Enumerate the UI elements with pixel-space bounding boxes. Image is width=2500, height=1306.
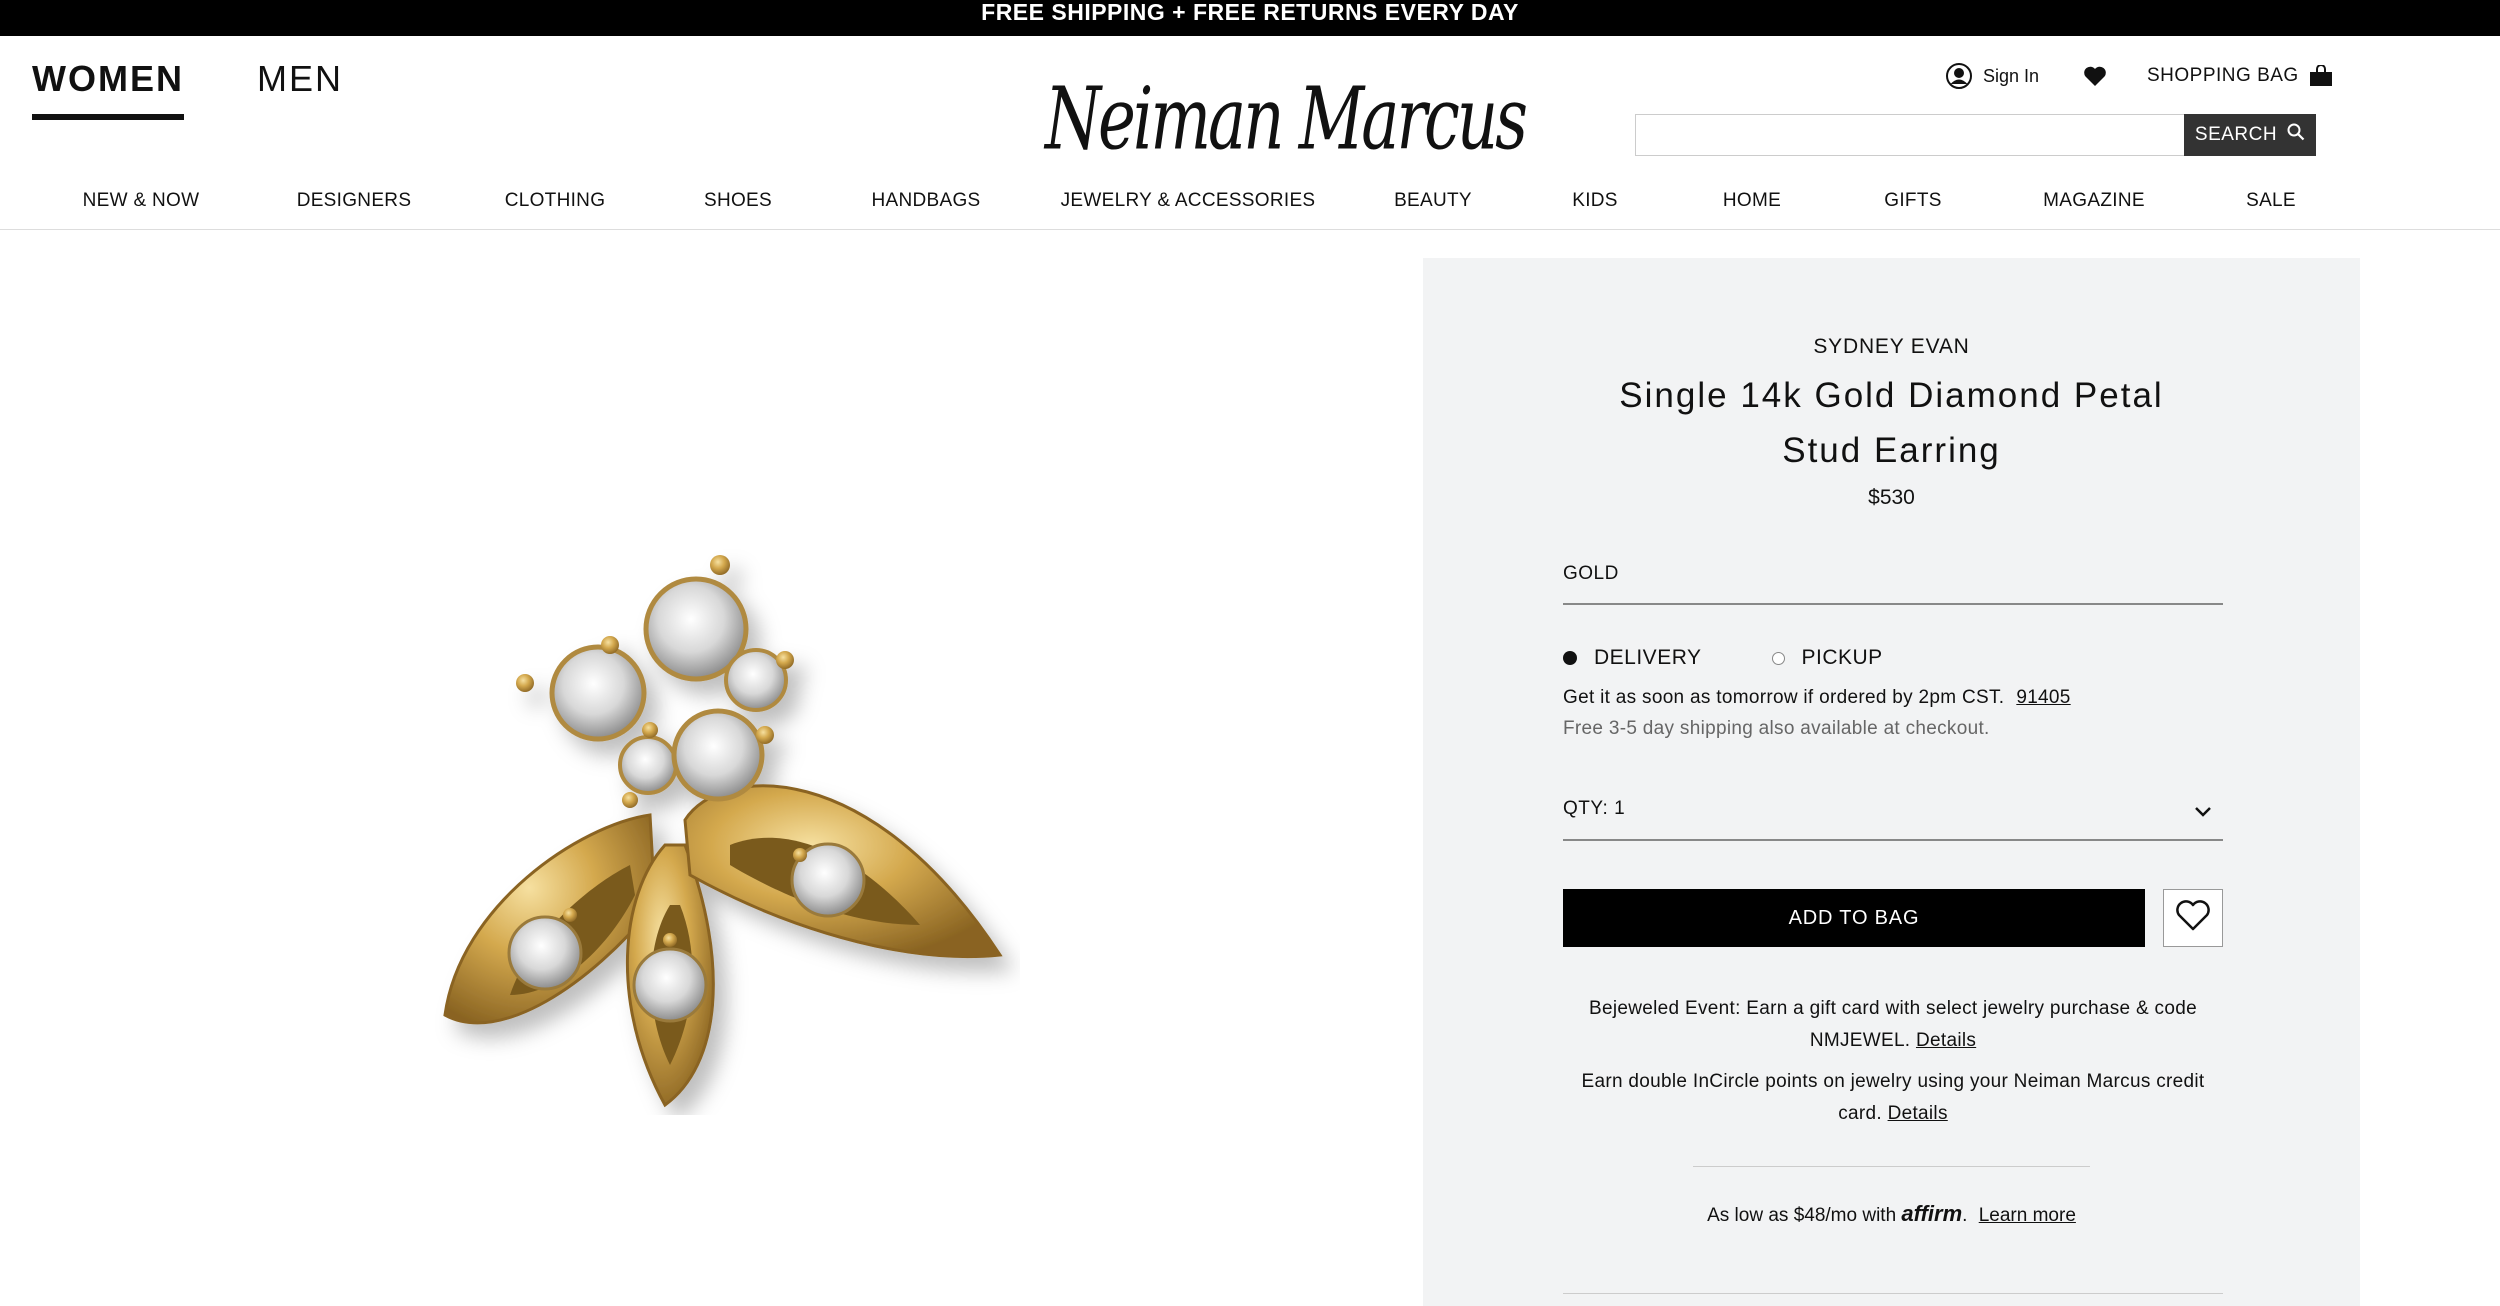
pickup-label[interactable]: PICKUP	[1802, 646, 1883, 670]
delivery-radio[interactable]	[1563, 651, 1577, 665]
affirm-text: As low as $48/mo with	[1707, 1205, 1897, 1226]
search-bar: SEARCH	[1635, 114, 2316, 156]
nav-beauty[interactable]: BEAUTY	[1394, 190, 1472, 212]
shopping-bag-link[interactable]: SHOPPING BAG	[2147, 56, 2333, 96]
nav-sale[interactable]: SALE	[2246, 190, 2296, 212]
favorites-link[interactable]	[2083, 56, 2107, 96]
bag-icon	[2309, 65, 2333, 87]
nav-clothing[interactable]: CLOTHING	[505, 190, 606, 212]
nav-kids[interactable]: KIDS	[1572, 190, 1618, 212]
product-price: $530	[1868, 486, 1915, 509]
affirm-learn-more-link[interactable]: Learn more	[1979, 1205, 2076, 1226]
tab-men[interactable]: MEN	[257, 58, 343, 100]
nav-jewelry-accessories[interactable]: JEWELRY & ACCESSORIES	[1061, 190, 1316, 212]
product-title: Single 14k Gold Diamond Petal Stud Earri…	[1619, 376, 2164, 470]
heart-icon	[2083, 65, 2107, 87]
nav-handbags[interactable]: HANDBAGS	[871, 190, 980, 212]
incircle-details-link[interactable]: Details	[1888, 1103, 1948, 1124]
divider	[1693, 1166, 2090, 1167]
shipping-estimate-text: Get it as soon as tomorrow if ordered by…	[1563, 687, 2005, 708]
sign-in-link[interactable]: Sign In	[1945, 56, 2039, 96]
fulfillment-options: DELIVERY PICKUP	[1563, 643, 1883, 673]
product-image[interactable]	[420, 545, 1020, 1115]
search-button[interactable]: SEARCH	[2184, 114, 2316, 156]
delivery-label[interactable]: DELIVERY	[1594, 646, 1702, 670]
pickup-radio[interactable]	[1771, 651, 1785, 665]
heart-outline-icon	[2175, 899, 2211, 937]
promo-banner[interactable]: FREE SHIPPING + FREE RETURNS EVERY DAY	[0, 0, 2500, 36]
site-header: WOMEN MEN Neiman Marcus Sign In SHOPPING…	[0, 36, 2500, 186]
affirm-logo: affirm	[1901, 1201, 1963, 1226]
shipping-estimate: Get it as soon as tomorrow if ordered by…	[1563, 687, 2071, 709]
add-to-bag-button[interactable]: ADD TO BAG	[1563, 889, 2145, 947]
chevron-down-icon	[2193, 802, 2213, 824]
user-icon	[1945, 62, 1973, 90]
shipping-note: Free 3-5 day shipping also available at …	[1563, 718, 1990, 739]
neiman-marcus-logo[interactable]: Neiman Marcus	[1045, 52, 1528, 170]
nav-designers[interactable]: DESIGNERS	[297, 190, 412, 212]
search-button-label: SEARCH	[2194, 124, 2278, 145]
tab-women[interactable]: WOMEN	[32, 58, 184, 120]
product-brand[interactable]: SYDNEY EVAN	[1423, 335, 2360, 359]
sign-in-label: Sign In	[1983, 65, 2040, 86]
main-nav: NEW & NOW DESIGNERS CLOTHING SHOES HANDB…	[0, 186, 2500, 230]
zip-code-link[interactable]: 91405	[2016, 687, 2070, 708]
color-value: GOLD	[1563, 563, 1619, 584]
nav-shoes[interactable]: SHOES	[704, 190, 772, 212]
color-selector[interactable]: GOLD	[1563, 563, 2223, 605]
nav-new-now[interactable]: NEW & NOW	[83, 190, 200, 212]
add-to-favorites-button[interactable]	[2163, 889, 2223, 947]
search-icon	[2287, 123, 2305, 147]
search-input[interactable]	[1635, 114, 2184, 156]
quantity-select[interactable]: QTY: 1	[1563, 798, 2223, 841]
bejeweled-details-link[interactable]: Details	[1916, 1030, 1976, 1051]
logo-text: Neiman Marcus	[1045, 70, 1528, 170]
nav-home[interactable]: HOME	[1723, 190, 1781, 212]
nav-magazine[interactable]: MAGAZINE	[2043, 190, 2145, 212]
nav-gifts[interactable]: GIFTS	[1884, 190, 1941, 212]
shopping-bag-label: SHOPPING BAG	[2147, 65, 2299, 86]
affirm-financing: As low as $48/mo with affirm. Learn more	[1707, 1201, 2076, 1226]
quantity-label: QTY: 1	[1563, 798, 1626, 819]
bejeweled-promo-text: Bejeweled Event: Earn a gift card with s…	[1589, 998, 2197, 1051]
product-details-panel: SYDNEY EVAN Single 14k Gold Diamond Peta…	[1423, 258, 2360, 1306]
incircle-promo: Earn double InCircle points on jewelry u…	[1563, 1066, 2223, 1130]
bejeweled-promo: Bejeweled Event: Earn a gift card with s…	[1563, 993, 2223, 1057]
divider	[1563, 1293, 2223, 1294]
